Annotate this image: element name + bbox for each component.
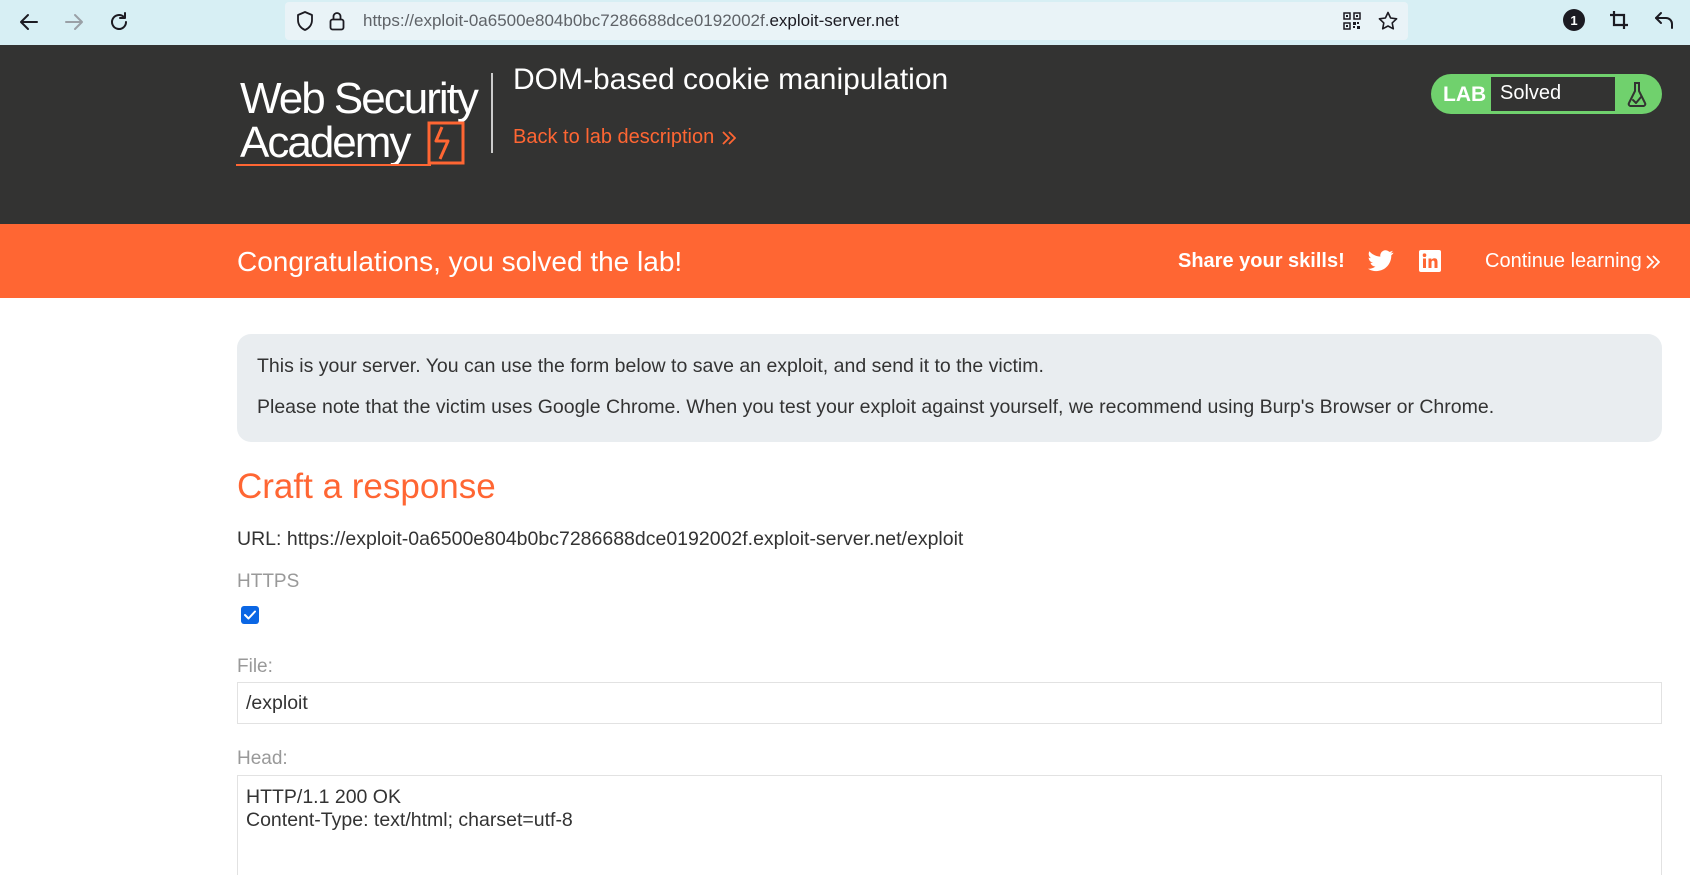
server-info-box: This is your server. You can use the for… — [237, 334, 1662, 442]
url-text[interactable]: https://exploit-0a6500e804b0bc7286688dce… — [363, 11, 899, 31]
web-security-academy-logo[interactable]: Web Security Academy — [236, 71, 492, 171]
reload-icon[interactable] — [104, 7, 134, 37]
craft-response-heading: Craft a response — [237, 467, 496, 506]
info-line-2: Please note that the victim uses Google … — [257, 396, 1495, 418]
url-prefix: https://exploit-0a6500e804b0bc7286688dce… — [363, 11, 770, 30]
logo-line2: Academy — [240, 118, 411, 167]
https-label: HTTPS — [237, 571, 300, 592]
url-domain: exploit-server.net — [769, 11, 899, 30]
head-textarea[interactable]: HTTP/1.1 200 OK Content-Type: text/html;… — [237, 775, 1662, 875]
head-label: Head: — [237, 748, 288, 769]
https-checkbox[interactable] — [241, 606, 259, 624]
lab-status-label: LAB — [1443, 83, 1487, 106]
linkedin-icon[interactable] — [1418, 249, 1442, 273]
twitter-icon[interactable] — [1368, 249, 1394, 273]
flask-icon — [1618, 77, 1656, 111]
shield-icon[interactable] — [295, 11, 315, 31]
star-icon[interactable] — [1378, 11, 1398, 31]
back-to-lab-description-link[interactable]: Back to lab description — [513, 126, 737, 149]
exploit-url: URL: https://exploit-0a6500e804b0bc72866… — [237, 528, 964, 550]
info-line-1: This is your server. You can use the for… — [257, 355, 1044, 377]
extension-badge-icon[interactable]: 1 — [1563, 9, 1585, 31]
crop-icon[interactable] — [1608, 9, 1630, 31]
double-chevron-right-icon — [1646, 254, 1660, 269]
file-label: File: — [237, 656, 273, 677]
checkmark-icon — [244, 610, 256, 620]
browser-toolbar: https://exploit-0a6500e804b0bc7286688dce… — [0, 0, 1690, 45]
back-link-label: Back to lab description — [513, 126, 715, 148]
notification-message: Congratulations, you solved the lab! — [237, 246, 683, 277]
logo-line1: Web Security — [240, 74, 479, 123]
lab-header: Web Security Academy DOM-based cookie ma… — [0, 45, 1690, 224]
lab-title: DOM-based cookie manipulation — [513, 63, 949, 96]
double-chevron-right-icon — [722, 130, 737, 145]
file-input[interactable]: /exploit — [237, 682, 1662, 724]
forward-arrow-icon[interactable] — [59, 7, 89, 37]
solved-notification: Congratulations, you solved the lab! Sha… — [0, 224, 1690, 298]
address-bar[interactable]: https://exploit-0a6500e804b0bc7286688dce… — [285, 2, 1408, 40]
lock-icon[interactable] — [327, 11, 347, 31]
continue-learning-label: Continue learning — [1485, 250, 1642, 272]
continue-learning-link[interactable]: Continue learning — [1485, 250, 1660, 273]
undo-arrow-icon[interactable] — [1653, 9, 1675, 31]
logo-divider — [491, 73, 493, 153]
lab-status-text: Solved — [1491, 77, 1615, 111]
share-skills-label: Share your skills! — [1178, 250, 1345, 272]
back-arrow-icon[interactable] — [14, 7, 44, 37]
lab-status-badge: LAB Solved — [1431, 74, 1662, 114]
qr-code-icon[interactable] — [1342, 11, 1362, 31]
